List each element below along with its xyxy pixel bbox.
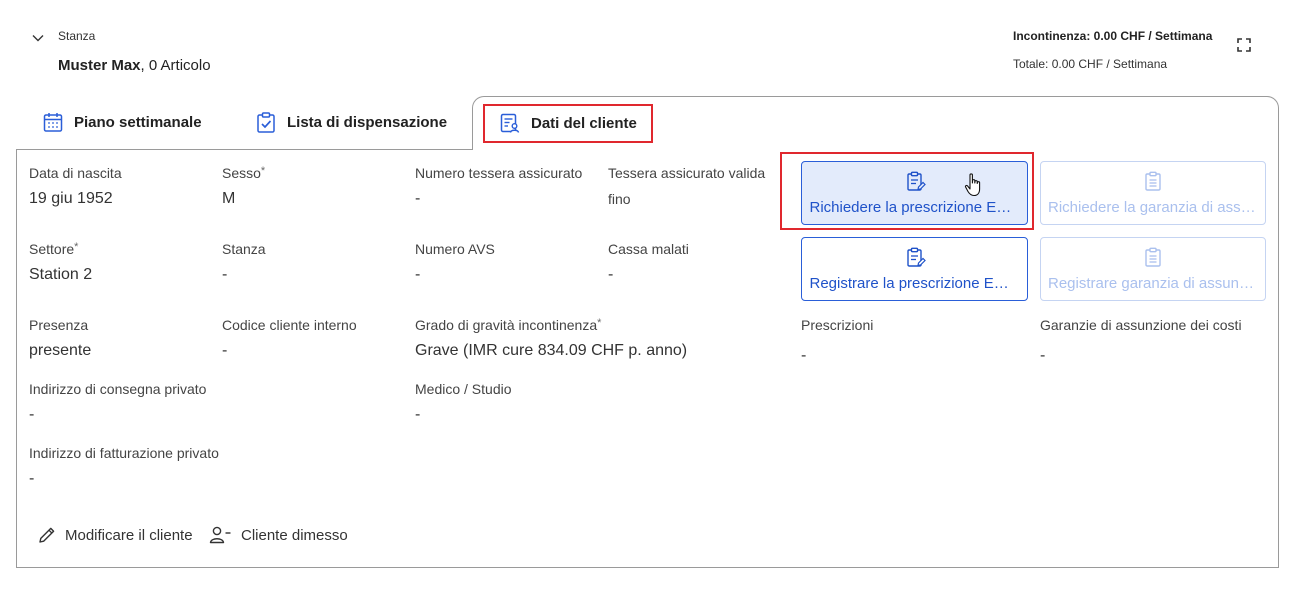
doctor-value: - (415, 406, 421, 423)
doctor-label: Medico / Studio (415, 381, 512, 397)
client-data-icon (500, 113, 520, 133)
clipboard-icon (1145, 247, 1161, 267)
presence-label: Presenza (29, 317, 89, 333)
discharge-client-button[interactable]: Cliente dimesso (209, 525, 348, 545)
sector-value: Station 2 (29, 266, 93, 283)
request-prescription-button[interactable]: Richiedere la prescrizione EMAP (801, 161, 1028, 225)
tab-label: Lista di dispensazione (287, 113, 448, 131)
severity-label: Grado di gravità incontinenza* (415, 317, 602, 333)
severity-value: Grave (IMR cure 834.09 CHF p. anno) (415, 342, 688, 359)
client-name: Muster Max, 0 Articolo (58, 57, 211, 74)
button-label: Richiedere la prescrizione EMAP (809, 199, 1020, 216)
discharge-client-label: Cliente dimesso (241, 526, 348, 544)
calendar-icon (43, 113, 63, 132)
incontinence-cost: Incontinenza: 0.00 CHF / Settimana (1013, 29, 1213, 43)
user-remove-icon (209, 526, 231, 544)
room-field-value: - (222, 266, 228, 283)
pencil-icon (39, 527, 55, 543)
tab-label: Dati del cliente (531, 114, 637, 132)
sex-label: Sesso* (222, 165, 266, 181)
room-field-label: Stanza (222, 241, 266, 257)
room-label: Stanza (58, 29, 96, 43)
avs-value: - (415, 266, 421, 283)
register-prescription-button[interactable]: Registrare la prescrizione EMAP (801, 237, 1028, 301)
card-valid-value: fino (608, 191, 631, 207)
tab-label: Piano settimanale (74, 113, 202, 131)
button-label: Registrare garanzia di assunzione dei co… (1048, 275, 1258, 292)
birth-value: 19 giu 1952 (29, 190, 113, 207)
hand-cursor-icon (964, 173, 981, 197)
avs-label: Numero AVS (415, 241, 495, 257)
tab-dispensing-list[interactable]: Lista di dispensazione (255, 108, 447, 136)
guarantees-label: Garanzie di assunzione dei costi (1040, 317, 1242, 333)
clipboard-icon (1145, 171, 1161, 191)
internal-code-value: - (222, 342, 228, 359)
clipboard-check-icon (257, 112, 275, 133)
chevron-down-icon[interactable] (31, 31, 45, 45)
edit-client-label: Modificare il cliente (65, 526, 193, 544)
internal-code-label: Codice cliente interno (222, 317, 357, 333)
guarantees-value: - (1040, 347, 1046, 364)
tab-weekly-plan[interactable]: Piano settimanale (42, 108, 202, 136)
delivery-address-value: - (29, 406, 35, 423)
tab-client-data[interactable]: Dati del cliente (499, 110, 637, 136)
birth-label: Data di nascita (29, 165, 122, 181)
button-label: Richiedere la garanzia di assunzione dei… (1048, 199, 1258, 216)
presence-value: presente (29, 342, 92, 359)
card-number-value: - (415, 190, 421, 207)
button-label: Registrare la prescrizione EMAP (809, 275, 1020, 292)
request-guarantee-button: Richiedere la garanzia di assunzione dei… (1040, 161, 1266, 225)
clipboard-edit-icon (906, 171, 926, 191)
register-guarantee-button: Registrare garanzia di assunzione dei co… (1040, 237, 1266, 301)
card-valid-label: Tessera assicurato valida (608, 165, 766, 181)
sex-value: M (222, 190, 236, 207)
insurer-label: Cassa malati (608, 241, 689, 257)
panel-top-border (16, 149, 473, 150)
total-cost: Totale: 0.00 CHF / Settimana (1013, 57, 1168, 71)
insurer-value: - (608, 266, 614, 283)
prescriptions-value: - (801, 347, 807, 364)
card-number-label: Numero tessera assicurato (415, 165, 583, 181)
fullscreen-icon[interactable] (1236, 37, 1252, 53)
edit-client-button[interactable]: Modificare il cliente (37, 525, 193, 545)
prescriptions-label: Prescrizioni (801, 317, 874, 333)
billing-address-value: - (29, 470, 35, 487)
delivery-address-label: Indirizzo di consegna privato (29, 381, 207, 397)
billing-address-label: Indirizzo di fatturazione privato (29, 445, 219, 461)
clipboard-edit-icon (906, 247, 926, 267)
sector-label: Settore* (29, 241, 79, 257)
